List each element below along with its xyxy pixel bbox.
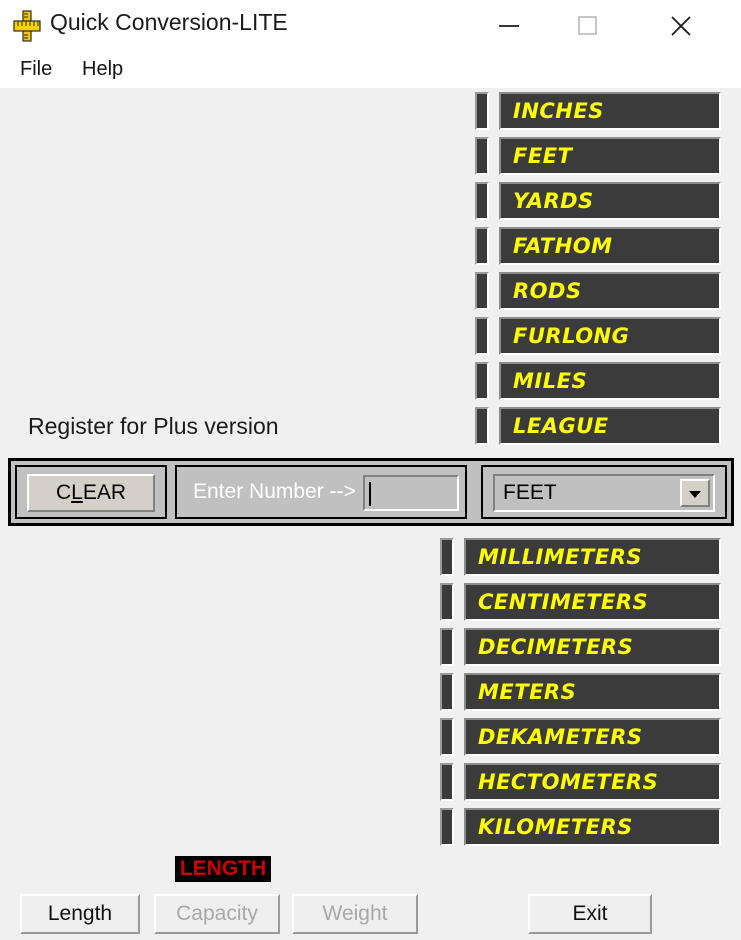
unit-tab-icon: [475, 407, 489, 445]
exit-button[interactable]: Exit: [528, 894, 652, 934]
unit-label: MILLIMETERS: [478, 545, 642, 569]
unit-label: LEAGUE: [513, 414, 609, 438]
unit-display-panel: FURLONG: [499, 317, 721, 355]
capacity-button[interactable]: Capacity: [154, 894, 280, 934]
unit-label: METERS: [478, 680, 577, 704]
unit-tab-icon: [440, 673, 454, 711]
menu-item-help[interactable]: Help: [76, 55, 129, 84]
unit-label: INCHES: [513, 99, 604, 123]
chevron-down-icon[interactable]: [680, 479, 710, 507]
unit-tab-icon: [440, 628, 454, 666]
unit-display-panel: MILES: [499, 362, 721, 400]
menu-item-file[interactable]: File: [14, 55, 58, 84]
unit-tab-icon: [475, 137, 489, 175]
unit-row-furlong[interactable]: FURLONG: [475, 317, 721, 355]
clear-button[interactable]: CLEAR: [27, 474, 155, 512]
unit-row-millimeters[interactable]: MILLIMETERS: [440, 538, 721, 576]
conversion-control-bar: CLEAR Enter Number --> FEET: [8, 458, 734, 526]
unit-row-fathom[interactable]: FATHOM: [475, 227, 721, 265]
enter-number-label: Enter Number -->: [193, 480, 356, 503]
unit-display-panel: FEET: [499, 137, 721, 175]
unit-tab-icon: [440, 808, 454, 846]
unit-row-hectometers[interactable]: HECTOMETERS: [440, 763, 721, 801]
unit-label: KILOMETERS: [478, 815, 633, 839]
maximize-button[interactable]: [556, 0, 618, 52]
unit-label: CENTIMETERS: [478, 590, 649, 614]
unit-tab-icon: [440, 538, 454, 576]
unit-row-dekameters[interactable]: DEKAMETERS: [440, 718, 721, 756]
unit-row-miles[interactable]: MILES: [475, 362, 721, 400]
unit-display-panel: HECTOMETERS: [464, 763, 721, 801]
unit-tab-icon: [440, 583, 454, 621]
client-area: INCHES FEET YARDS FATHOM RODS FURLONG MI…: [0, 88, 741, 940]
unit-display-panel: LEAGUE: [499, 407, 721, 445]
unit-display-panel: MILLIMETERS: [464, 538, 721, 576]
minimize-button[interactable]: [478, 0, 540, 52]
title-bar: Quick Conversion-LITE: [0, 0, 741, 52]
unit-tab-icon: [475, 227, 489, 265]
unit-row-kilometers[interactable]: KILOMETERS: [440, 808, 721, 846]
unit-label: DECIMETERS: [478, 635, 634, 659]
unit-row-meters[interactable]: METERS: [440, 673, 721, 711]
enter-number-frame: Enter Number -->: [175, 465, 467, 519]
unit-row-centimeters[interactable]: CENTIMETERS: [440, 583, 721, 621]
unit-display-panel: FATHOM: [499, 227, 721, 265]
unit-label: RODS: [513, 279, 582, 303]
unit-row-rods[interactable]: RODS: [475, 272, 721, 310]
unit-label: MILES: [513, 369, 588, 393]
unit-tab-icon: [475, 362, 489, 400]
unit-row-inches[interactable]: INCHES: [475, 92, 721, 130]
unit-display-panel: YARDS: [499, 182, 721, 220]
unit-tab-icon: [475, 92, 489, 130]
unit-display-panel: KILOMETERS: [464, 808, 721, 846]
unit-display-panel: METERS: [464, 673, 721, 711]
clear-button-frame: CLEAR: [15, 465, 167, 519]
close-button[interactable]: [650, 0, 712, 52]
unit-select-value: FEET: [503, 481, 557, 504]
text-caret: [369, 482, 371, 506]
clear-button-label: CLEAR: [55, 481, 127, 504]
unit-display-panel: DEKAMETERS: [464, 718, 721, 756]
window-title: Quick Conversion-LITE: [50, 9, 288, 35]
unit-label: FEET: [513, 144, 573, 168]
register-notice: Register for Plus version: [28, 413, 279, 439]
unit-label: FURLONG: [513, 324, 630, 348]
unit-row-league[interactable]: LEAGUE: [475, 407, 721, 445]
unit-select[interactable]: FEET: [493, 474, 715, 512]
unit-label: HECTOMETERS: [478, 770, 659, 794]
unit-tab-icon: [440, 718, 454, 756]
number-input[interactable]: [363, 475, 459, 511]
unit-display-panel: DECIMETERS: [464, 628, 721, 666]
mode-badge: LENGTH: [175, 856, 271, 882]
unit-tab-icon: [475, 182, 489, 220]
unit-label: DEKAMETERS: [478, 725, 643, 749]
menu-bar: File Help: [0, 52, 741, 88]
app-window: Quick Conversion-LITE File Help INCHES F…: [0, 0, 741, 940]
unit-label: FATHOM: [513, 234, 613, 258]
unit-display-panel: CENTIMETERS: [464, 583, 721, 621]
unit-row-yards[interactable]: YARDS: [475, 182, 721, 220]
unit-row-feet[interactable]: FEET: [475, 137, 721, 175]
unit-row-decimeters[interactable]: DECIMETERS: [440, 628, 721, 666]
unit-tab-icon: [475, 317, 489, 355]
length-button[interactable]: Length: [20, 894, 140, 934]
unit-display-panel: INCHES: [499, 92, 721, 130]
unit-label: YARDS: [513, 189, 594, 213]
unit-tab-icon: [475, 272, 489, 310]
unit-select-frame: FEET: [481, 465, 727, 519]
unit-tab-icon: [440, 763, 454, 801]
weight-button[interactable]: Weight: [292, 894, 418, 934]
unit-display-panel: RODS: [499, 272, 721, 310]
ruler-icon: [12, 10, 42, 42]
